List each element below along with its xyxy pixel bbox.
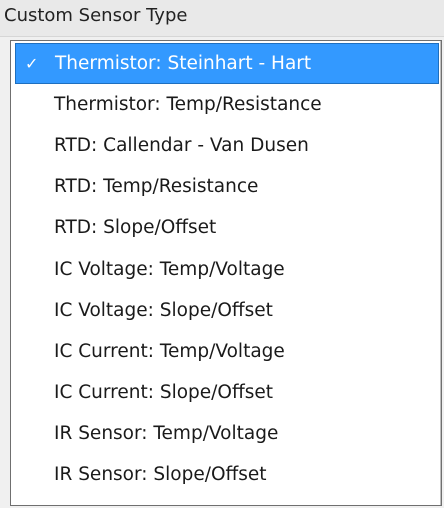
- option-ir-sensor-slope-offset[interactable]: IR Sensor: Slope/Offset: [15, 454, 439, 495]
- option-thermistor-temp-resistance[interactable]: Thermistor: Temp/Resistance: [15, 84, 439, 125]
- option-list: ✓ Thermistor: Steinhart - Hart Thermisto…: [15, 43, 439, 495]
- panel-title: Custom Sensor Type: [4, 5, 188, 26]
- option-label: RTD: Temp/Resistance: [54, 176, 259, 198]
- option-label: IR Sensor: Slope/Offset: [54, 463, 267, 485]
- option-rtd-slope-offset[interactable]: RTD: Slope/Offset: [15, 207, 439, 248]
- option-ic-current-slope-offset[interactable]: IC Current: Slope/Offset: [15, 372, 439, 413]
- option-label: Thermistor: Temp/Resistance: [54, 94, 322, 116]
- sensor-type-dropdown-list[interactable]: ✓ Thermistor: Steinhart - Hart Thermisto…: [10, 40, 442, 506]
- option-ic-current-temp-voltage[interactable]: IC Current: Temp/Voltage: [15, 331, 439, 372]
- option-ic-voltage-slope-offset[interactable]: IC Voltage: Slope/Offset: [15, 290, 439, 331]
- option-label: IR Sensor: Temp/Voltage: [54, 422, 279, 444]
- option-rtd-temp-resistance[interactable]: RTD: Temp/Resistance: [15, 166, 439, 207]
- option-thermistor-steinhart-hart[interactable]: ✓ Thermistor: Steinhart - Hart: [15, 43, 439, 85]
- option-rtd-callendar-van-dusen[interactable]: RTD: Callendar - Van Dusen: [15, 125, 439, 166]
- option-label: IC Current: Slope/Offset: [54, 381, 273, 403]
- option-ir-sensor-temp-voltage[interactable]: IR Sensor: Temp/Voltage: [15, 413, 439, 454]
- option-label: Thermistor: Steinhart - Hart: [55, 53, 312, 75]
- option-label: IC Current: Temp/Voltage: [54, 340, 285, 362]
- option-label: IC Voltage: Slope/Offset: [54, 299, 273, 321]
- panel-header: Custom Sensor Type: [0, 0, 444, 37]
- option-ic-voltage-temp-voltage[interactable]: IC Voltage: Temp/Voltage: [15, 248, 439, 289]
- option-label: IC Voltage: Temp/Voltage: [54, 258, 285, 280]
- list-right-edge: [440, 41, 441, 505]
- option-label: RTD: Callendar - Van Dusen: [54, 135, 309, 157]
- sensor-type-panel: Custom Sensor Type ✓ Thermistor: Steinha…: [0, 0, 444, 508]
- option-label: RTD: Slope/Offset: [54, 217, 217, 239]
- checkmark-icon: ✓: [25, 54, 39, 74]
